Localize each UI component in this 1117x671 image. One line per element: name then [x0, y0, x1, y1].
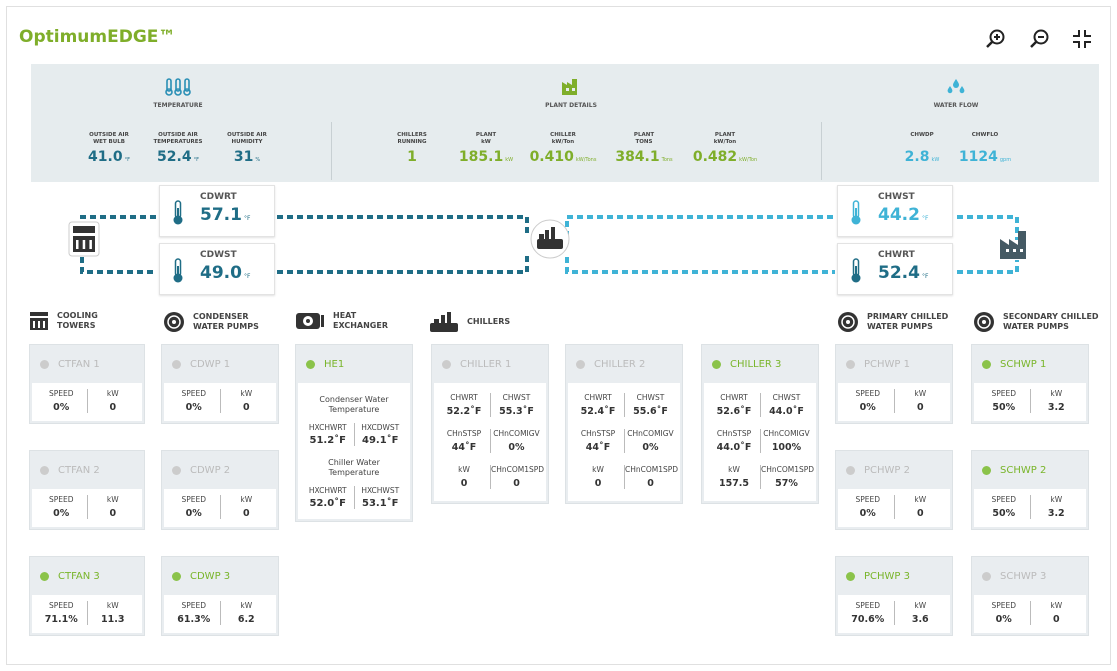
- cdwrt-card: CDWRT 57.1 °F: [159, 185, 275, 237]
- divider: [821, 122, 822, 180]
- cooling-towers-header: COOLING TOWERS: [29, 311, 98, 331]
- compress-icon[interactable]: [1069, 26, 1095, 52]
- pump-icon: [838, 312, 858, 332]
- water-group-title: WATER FLOW: [916, 78, 996, 109]
- ctfan-3-tile[interactable]: CTFAN 3 SPEED 71.1% kW 11.3: [29, 556, 145, 636]
- chwrt-card: CHWRT 52.4 °F: [837, 243, 953, 295]
- condenser-pumps-header: CONDENSER WATER PUMPS: [163, 311, 259, 333]
- pchwp-3-tile[interactable]: PCHWP 3 SPEED 70.6% kW 3.6: [835, 556, 953, 636]
- cdwst-value: 49.0 °F: [200, 263, 251, 283]
- he1-tile[interactable]: HE1 Condenser Water Temperature HXCHWRT 5…: [295, 344, 413, 522]
- stat-plant-kw-ton: PLANT kW/Ton 0.482 kW/Ton: [692, 132, 758, 165]
- plant-icon: [562, 79, 577, 95]
- stat-chillers-running: CHILLERS RUNNING 1: [397, 132, 427, 165]
- ctfan-1-tile[interactable]: CTFAN 1 SPEED 0% kW 0: [29, 344, 145, 424]
- thermometer-icon: [851, 200, 861, 225]
- status-dot: [40, 571, 49, 581]
- thermometer-icon: [173, 258, 183, 283]
- chiller-3-tile[interactable]: CHILLER 3 CHWRT 52.6˚F CHWST 44.0˚F CHnSTS…: [701, 344, 819, 504]
- status-dot: [982, 571, 991, 581]
- thermometer-icon: [173, 200, 183, 225]
- app-frame: OptimumEDGE™ TEMPERATURE OUTSIDE AIR WET …: [6, 6, 1111, 665]
- status-dot: [576, 359, 585, 369]
- status-dot: [712, 359, 721, 369]
- factory-icon: [997, 227, 1037, 261]
- ctfan-2-tile[interactable]: CTFAN 2 SPEED 0% kW 0: [29, 450, 145, 530]
- pump-icon: [974, 312, 994, 332]
- status-dot: [40, 465, 49, 475]
- chiller-icon: [529, 219, 571, 259]
- pump-icon: [164, 312, 184, 332]
- stat-plant-kw: PLANT kW 185.1 kW: [458, 132, 514, 165]
- cdwrt-value: 57.1 °F: [200, 205, 251, 225]
- status-dot: [982, 465, 991, 475]
- primary-pumps-header: PRIMARY CHILLED WATER PUMPS: [837, 311, 948, 333]
- status-dot: [982, 359, 991, 369]
- cdwst-label: CDWST: [200, 250, 237, 260]
- cooling-tower-icon: [30, 312, 48, 330]
- cdwp-3-tile[interactable]: CDWP 3 SPEED 61.3% kW 6.2: [161, 556, 279, 636]
- chiller-1-tile[interactable]: CHILLER 1 CHWRT 52.2˚F CHWST 55.3˚F CHnSTS…: [431, 344, 549, 504]
- chwrt-label: CHWRT: [878, 250, 915, 260]
- thermometer-icon: [165, 78, 191, 96]
- status-dot: [442, 359, 451, 369]
- thermometer-icon: [851, 258, 861, 283]
- schwp-1-tile[interactable]: SCHWP 1 SPEED 50% kW 3.2: [971, 344, 1089, 424]
- status-dot: [172, 571, 181, 581]
- plant-group-title: PLANT DETAILS: [526, 78, 616, 109]
- status-dot: [846, 465, 855, 475]
- stat-humidity: OUTSIDE AIR HUMIDITY 31%: [227, 132, 267, 165]
- cdwp-1-tile[interactable]: CDWP 1 SPEED 0% kW 0: [161, 344, 279, 424]
- secondary-pumps-header: SECONDARY CHILLED WATER PUMPS: [973, 311, 1099, 333]
- pchwp-2-tile[interactable]: PCHWP 2 SPEED 0% kW 0: [835, 450, 953, 530]
- cdwrt-label: CDWRT: [200, 192, 237, 202]
- chiller-icon: [430, 312, 458, 332]
- chwrt-value: 52.4 °F: [878, 263, 929, 283]
- stat-outside-temp: OUTSIDE AIR TEMPERATURES 52.4 °F: [153, 132, 203, 165]
- cdwp-2-tile[interactable]: CDWP 2 SPEED 0% kW 0: [161, 450, 279, 530]
- heat-exchanger-header: HEAT EXCHANGER: [295, 311, 388, 331]
- temperature-group-title: TEMPERATURE: [133, 78, 223, 109]
- heat-exchanger-icon: [296, 313, 324, 329]
- chwst-value: 44.2 °F: [878, 205, 929, 225]
- stat-chwflo: CHWFLO 1124 gpm: [958, 132, 1012, 165]
- schwp-2-tile[interactable]: SCHWP 2 SPEED 50% kW 3.2: [971, 450, 1089, 530]
- status-dot: [846, 571, 855, 581]
- status-dot: [306, 359, 315, 369]
- status-dot: [40, 359, 49, 369]
- status-dot: [172, 465, 181, 475]
- cooling-tower-icon: [67, 220, 101, 258]
- chwst-card: CHWST 44.2 °F: [837, 185, 953, 237]
- chillers-header: CHILLERS: [429, 311, 510, 333]
- divider: [331, 122, 332, 180]
- condenser-loop-line: [80, 215, 529, 274]
- status-dot: [172, 359, 181, 369]
- stats-banner: TEMPERATURE OUTSIDE AIR WET BULB 41.0 °F O…: [31, 64, 1099, 182]
- zoom-in-icon[interactable]: [983, 26, 1009, 52]
- stat-chwdp: CHWDP 2.8 kW: [904, 132, 940, 165]
- schwp-3-tile[interactable]: SCHWP 3 SPEED 0% kW 0: [971, 556, 1089, 636]
- water-drops-icon: [947, 79, 965, 94]
- cdwst-card: CDWST 49.0 °F: [159, 243, 275, 295]
- stat-wet-bulb: OUTSIDE AIR WET BULB 41.0 °F: [88, 132, 130, 165]
- zoom-out-icon[interactable]: [1027, 26, 1053, 52]
- chiller-2-tile[interactable]: CHILLER 2 CHWRT 52.4˚F CHWST 55.6˚F CHnSTS…: [565, 344, 683, 504]
- stat-plant-tons: PLANT TONS 384.1 Tons: [615, 132, 673, 165]
- chwst-label: CHWST: [878, 192, 915, 202]
- stat-chiller-kw-ton: CHILLER kW/Ton 0.410 kW/Tons: [529, 132, 597, 165]
- pchwp-1-tile[interactable]: PCHWP 1 SPEED 0% kW 0: [835, 344, 953, 424]
- app-title: OptimumEDGE™: [19, 27, 176, 47]
- status-dot: [846, 359, 855, 369]
